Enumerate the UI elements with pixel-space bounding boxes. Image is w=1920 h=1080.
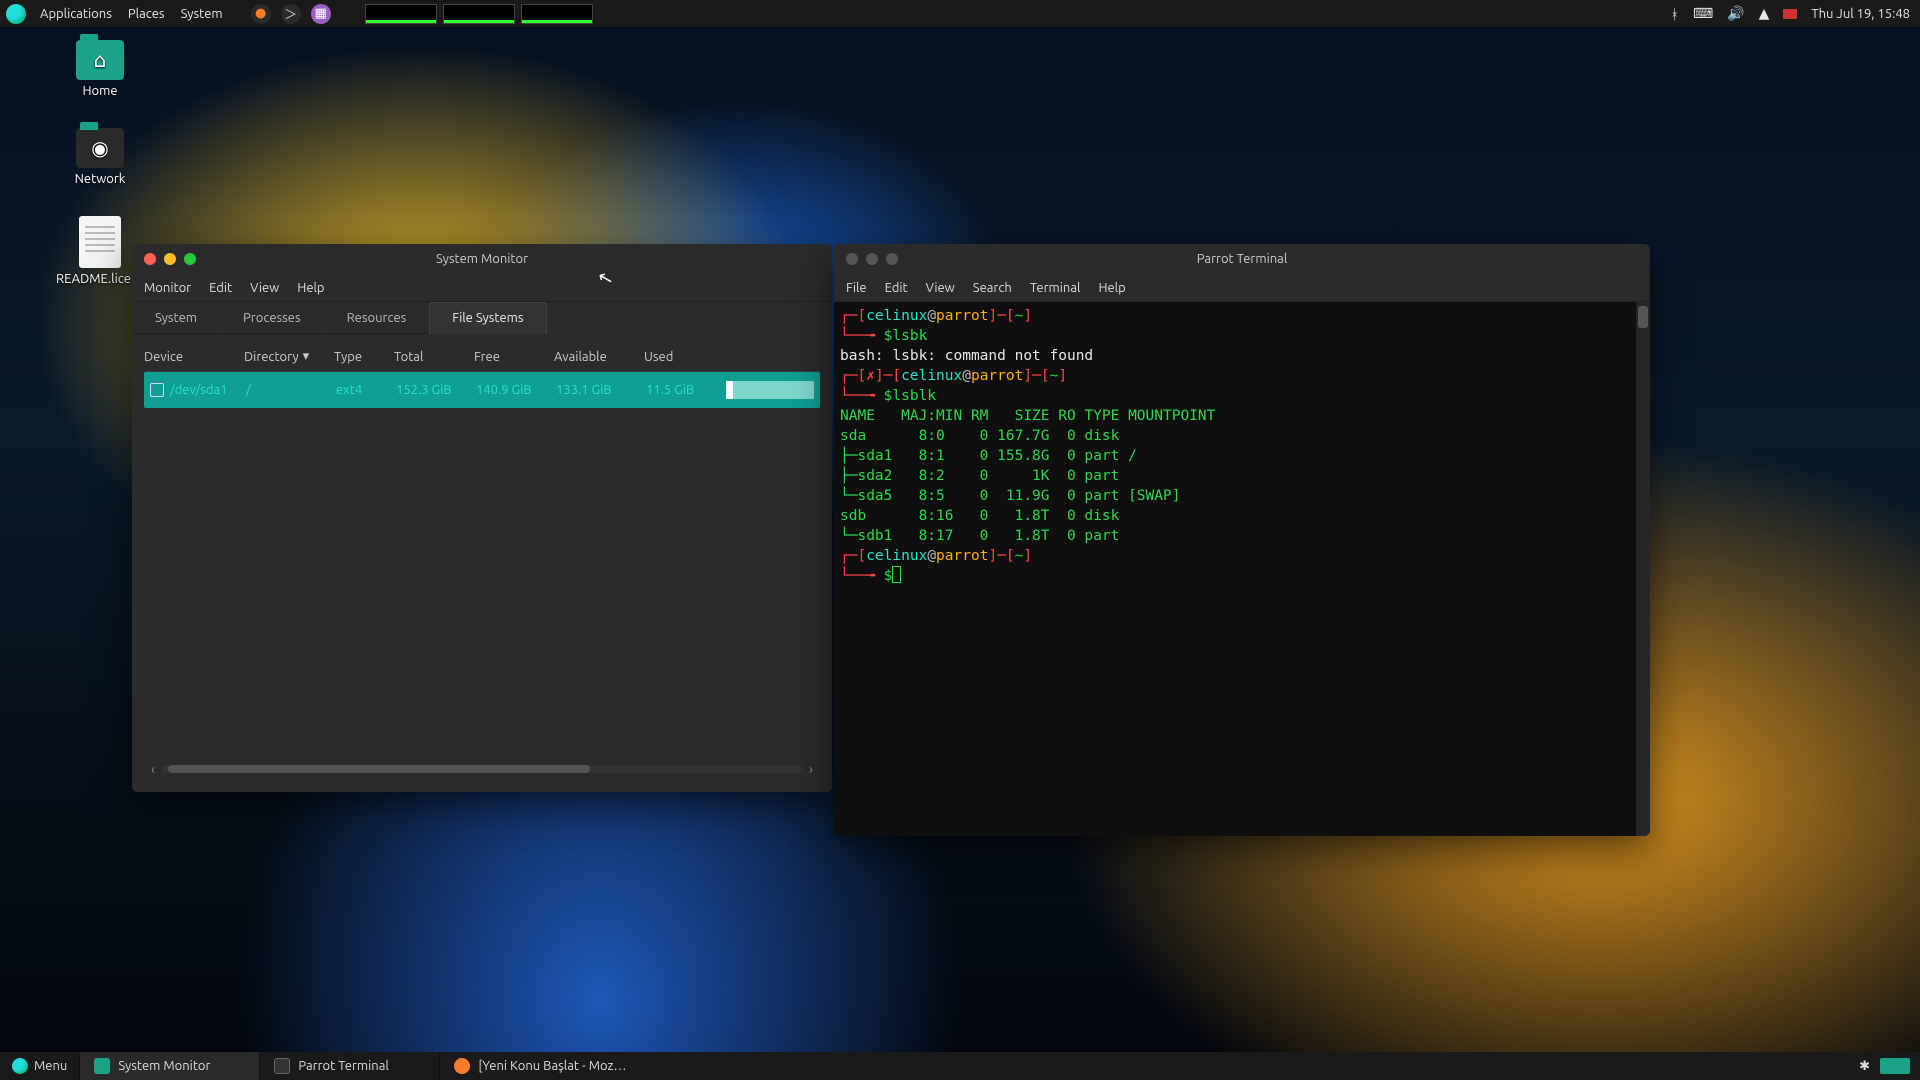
cell-free: 140.9 GiB xyxy=(474,383,554,397)
col-device[interactable]: Device xyxy=(144,350,244,364)
menu-edit[interactable]: Edit xyxy=(209,281,232,295)
task-terminal[interactable]: Parrot Terminal xyxy=(259,1052,439,1080)
task-firefox[interactable]: [Yeni Konu Başlat - Moz… xyxy=(439,1052,640,1080)
clock[interactable]: Thu Jul 19, 15:48 xyxy=(1811,7,1910,21)
close-icon[interactable] xyxy=(846,253,858,265)
terminal-cursor xyxy=(892,566,901,583)
cell-available: 133.1 GiB xyxy=(554,383,644,397)
col-directory[interactable]: Directory▾ xyxy=(244,349,334,364)
bluetooth-icon[interactable]: ᚼ xyxy=(1671,6,1679,22)
menu-help[interactable]: Help xyxy=(1098,281,1125,295)
tab-system[interactable]: System xyxy=(132,302,220,334)
menu-places[interactable]: Places xyxy=(128,7,165,21)
col-total[interactable]: Total xyxy=(394,350,474,364)
network-icon xyxy=(76,128,124,168)
minimize-icon[interactable] xyxy=(164,253,176,265)
window-system-monitor: System Monitor Monitor Edit View Help Sy… xyxy=(132,244,832,792)
col-free[interactable]: Free xyxy=(474,350,554,364)
menubar: File Edit View Search Terminal Help xyxy=(834,274,1650,302)
cell-type: ext4 xyxy=(334,383,394,397)
icon-label: README.licens xyxy=(56,272,144,286)
wifi-icon[interactable]: ▲ xyxy=(1759,5,1770,22)
vertical-scrollbar[interactable] xyxy=(1636,302,1650,836)
mem-graph-icon xyxy=(443,4,515,24)
top-menu: Applications Places System xyxy=(40,7,223,21)
cell-total: 152.3 GiB xyxy=(394,383,474,397)
task-label: [Yeni Konu Başlat - Moz… xyxy=(478,1059,626,1073)
app-icon xyxy=(274,1058,290,1074)
table-row[interactable]: /dev/sda1 / ext4 152.3 GiB 140.9 GiB 133… xyxy=(144,372,820,408)
menu-view[interactable]: View xyxy=(926,281,955,295)
titlebar[interactable]: Parrot Terminal xyxy=(834,244,1650,274)
terminal-output[interactable]: ┌─[celinux@parrot]─[~] └──╼ $lsbk bash: … xyxy=(834,302,1650,836)
net-graph-icon xyxy=(521,4,593,24)
icon-label: Network xyxy=(75,172,126,186)
files-icon[interactable]: ▦ xyxy=(311,4,331,24)
desktop-icon-home[interactable]: Home xyxy=(40,40,160,98)
task-label: Parrot Terminal xyxy=(298,1059,388,1073)
usage-bar xyxy=(726,381,814,399)
panel-system-monitor[interactable] xyxy=(365,4,593,24)
top-panel: Applications Places System ● ＞ ▦ ᚼ ⌨ 🔊 ▲… xyxy=(0,0,1920,27)
minimize-icon[interactable] xyxy=(866,253,878,265)
menu-file[interactable]: File xyxy=(846,281,867,295)
cell-device: /dev/sda1 xyxy=(170,383,228,397)
taskbar: Menu System Monitor Parrot Terminal [Yen… xyxy=(0,1052,1920,1080)
notification-icon[interactable]: ✱ xyxy=(1859,1059,1870,1074)
menu-monitor[interactable]: Monitor xyxy=(144,281,191,295)
menu-terminal[interactable]: Terminal xyxy=(1030,281,1081,295)
menu-system[interactable]: System xyxy=(181,7,223,21)
window-title: System Monitor xyxy=(132,252,832,266)
app-icon xyxy=(94,1058,110,1074)
menu-view[interactable]: View xyxy=(250,281,279,295)
volume-icon[interactable]: 🔊 xyxy=(1727,5,1744,22)
chevron-down-icon: ▾ xyxy=(303,349,310,364)
menu-help[interactable]: Help xyxy=(297,281,324,295)
titlebar[interactable]: System Monitor xyxy=(132,244,832,274)
disk-icon xyxy=(150,383,164,397)
scroll-left-icon[interactable]: ‹ xyxy=(144,761,162,777)
document-icon xyxy=(79,216,121,268)
menu-label: Menu xyxy=(34,1059,67,1073)
firefox-icon[interactable]: ● xyxy=(251,4,271,24)
taskbar-menu-button[interactable]: Menu xyxy=(0,1052,79,1080)
distro-logo-icon[interactable] xyxy=(6,4,26,24)
menubar: Monitor Edit View Help xyxy=(132,274,832,302)
workspace-switcher[interactable] xyxy=(1880,1058,1910,1074)
col-type[interactable]: Type xyxy=(334,350,394,364)
folder-icon xyxy=(76,40,124,80)
table-header: Device Directory▾ Type Total Free Availa… xyxy=(144,342,820,372)
battery-icon[interactable] xyxy=(1783,9,1797,19)
desktop-icon-network[interactable]: Network xyxy=(40,128,160,186)
menu-applications[interactable]: Applications xyxy=(40,7,112,21)
menu-edit[interactable]: Edit xyxy=(885,281,908,295)
tab-file-systems[interactable]: File Systems xyxy=(429,302,546,334)
col-available[interactable]: Available xyxy=(554,350,644,364)
scroll-thumb[interactable] xyxy=(168,765,590,773)
icon-label: Home xyxy=(82,84,117,98)
task-system-monitor[interactable]: System Monitor xyxy=(79,1052,259,1080)
task-label: System Monitor xyxy=(118,1059,210,1073)
cell-used: 11.5 GiB xyxy=(644,383,724,397)
scroll-right-icon[interactable]: › xyxy=(802,761,820,777)
horizontal-scrollbar[interactable]: ‹ › xyxy=(144,760,820,778)
menu-search[interactable]: Search xyxy=(973,281,1012,295)
window-title: Parrot Terminal xyxy=(834,252,1650,266)
tab-processes[interactable]: Processes xyxy=(220,302,324,334)
cpu-graph-icon xyxy=(365,4,437,24)
scroll-thumb[interactable] xyxy=(1638,306,1648,328)
close-icon[interactable] xyxy=(144,253,156,265)
terminal-icon[interactable]: ＞ xyxy=(281,4,301,24)
col-used[interactable]: Used xyxy=(644,350,724,364)
maximize-icon[interactable] xyxy=(184,253,196,265)
tabs: System Processes Resources File Systems xyxy=(132,302,832,334)
maximize-icon[interactable] xyxy=(886,253,898,265)
tab-resources[interactable]: Resources xyxy=(324,302,430,334)
app-icon xyxy=(454,1058,470,1074)
distro-logo-icon xyxy=(12,1058,28,1074)
cell-directory: / xyxy=(244,383,334,397)
window-terminal: Parrot Terminal File Edit View Search Te… xyxy=(834,244,1650,836)
keyboard-icon[interactable]: ⌨ xyxy=(1693,5,1713,22)
